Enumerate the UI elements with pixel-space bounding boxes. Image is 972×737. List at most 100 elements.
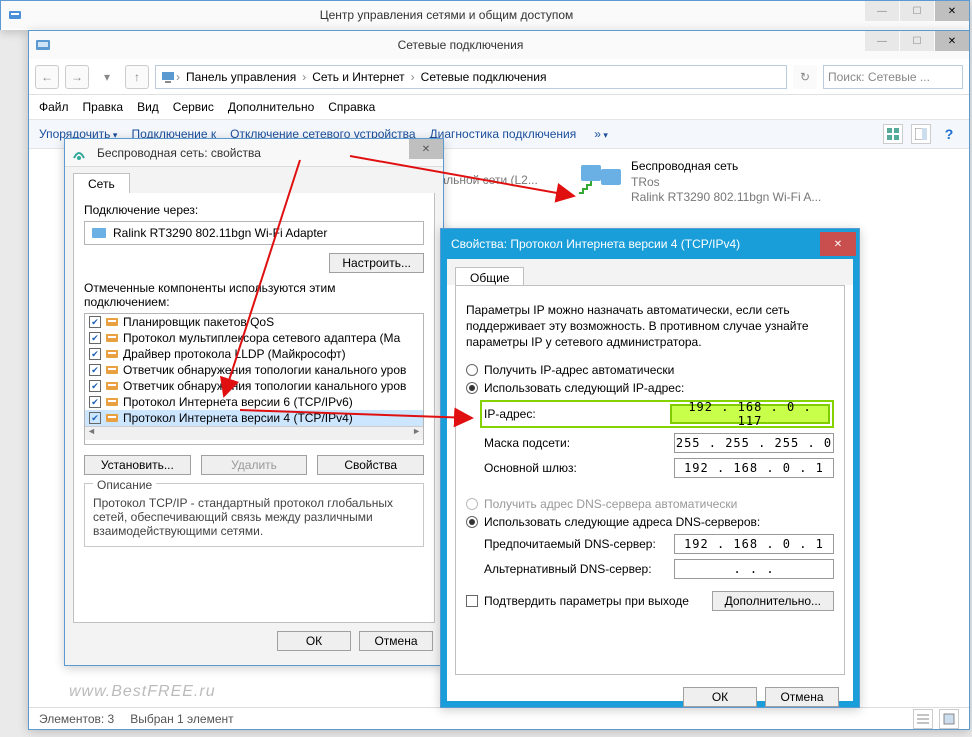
remove-button: Удалить [201,455,308,475]
titlebar: Центр управления сетями и общим доступом… [1,1,969,29]
preview-pane-button[interactable] [911,124,931,144]
label-connect-via: Подключение через: [84,203,424,217]
crumb[interactable]: Панель управления [180,70,302,84]
ipv4-properties-dialog: Свойства: Протокол Интернета версии 4 (T… [440,228,860,708]
tool-diagnose[interactable]: Диагностика подключения [430,127,577,141]
component-row[interactable]: ✔Планировщик пакетов QoS [85,314,423,330]
install-button[interactable]: Установить... [84,455,191,475]
checkbox-icon[interactable]: ✔ [89,364,101,376]
dialog-title: Свойства: Протокол Интернета версии 4 (T… [441,237,817,251]
cancel-button[interactable]: Отмена [359,631,433,651]
back-button[interactable]: ← [35,65,59,89]
crumb[interactable]: Сеть и Интернет [306,70,410,84]
titlebar: Беспроводная сеть: свойства ✕ [65,139,443,167]
view-large-button[interactable] [939,709,959,729]
component-row[interactable]: ✔ Ответчик обнаружения топологии канально… [85,362,423,378]
checkbox-icon[interactable]: ✔ [89,412,101,424]
ok-button[interactable]: ОК [683,687,757,707]
minimize-button[interactable]: — [865,31,899,51]
menu-help[interactable]: Справка [328,100,375,114]
component-row[interactable]: ✔Драйвер протокола LLDP (Майкрософт) [85,346,423,362]
titlebar: Сетевые подключения — ☐ ✕ [29,31,969,59]
menu-file[interactable]: Файл [39,100,69,114]
component-label: Ответчик обнаружения топологии канальног… [123,379,406,393]
radio-manual-ip[interactable]: Использовать следующий IP-адрес: [466,381,834,395]
recent-dropdown[interactable]: ▾ [95,65,119,89]
view-details-button[interactable] [913,709,933,729]
menu-advanced[interactable]: Дополнительно [228,100,314,114]
protocol-icon [105,412,119,424]
breadcrumb[interactable]: › Панель управления › Сеть и Интернет › … [155,65,787,89]
advanced-button[interactable]: Дополнительно... [712,591,834,611]
tool-more[interactable]: » [594,127,608,141]
preferred-dns-input[interactable]: 192 . 168 . 0 . 1 [674,534,834,554]
network-center-window: Центр управления сетями и общим доступом… [0,0,970,30]
protocol-icon [105,348,119,360]
help-icon[interactable]: ? [939,124,959,144]
component-label: Ответчик обнаружения топологии канальног… [123,363,406,377]
ok-button[interactable]: ОК [277,631,351,651]
checkbox-icon[interactable]: ✔ [89,316,101,328]
wireless-properties-dialog: Беспроводная сеть: свойства ✕ Сеть Подкл… [64,138,444,666]
radio-icon [466,516,478,528]
refresh-button[interactable]: ↻ [793,65,817,89]
description-fieldset: Описание Протокол TCP/IP - стандартный п… [84,483,424,547]
protocol-icon [105,332,119,344]
horizontal-scrollbar[interactable] [85,426,423,440]
adapter-small-icon [91,226,107,240]
radio-auto-ip[interactable]: Получить IP-адрес автоматически [466,363,834,377]
address-bar: ← → ▾ ↑ › Панель управления › Сеть и Инт… [29,59,969,95]
validate-checkbox-row[interactable]: Подтвердить параметры при выходе Дополни… [466,591,834,611]
checkbox-icon [466,595,478,607]
app-icon [35,37,51,53]
components-list[interactable]: ✔Планировщик пакетов QoS✔Протокол мульти… [84,313,424,445]
tab-general[interactable]: Общие [455,267,524,285]
minimize-button[interactable]: — [865,1,899,21]
component-label: Протокол Интернета версии 6 (TCP/IPv6) [123,395,353,409]
component-row[interactable]: ✔ Ответчик обнаружения топологии канально… [85,378,423,394]
close-button[interactable]: ✕ [409,139,443,159]
crumb[interactable]: Сетевые подключения [415,70,553,84]
up-button[interactable]: ↑ [125,65,149,89]
checkbox-icon[interactable]: ✔ [89,380,101,392]
checkbox-icon[interactable]: ✔ [89,332,101,344]
label-dns2: Альтернативный DNS-сервер: [484,562,674,576]
checkbox-icon[interactable]: ✔ [89,396,101,408]
status-item-count: Элементов: 3 [39,712,114,726]
component-row[interactable]: ✔Протокол мультиплексора сетевого адапте… [85,330,423,346]
configure-button[interactable]: Настроить... [329,253,424,273]
properties-button[interactable]: Свойства [317,455,424,475]
ip-address-input[interactable]: 192 . 168 . 0 . 117 [670,404,830,424]
maximize-button[interactable]: ☐ [900,31,934,51]
adapter-field: Ralink RT3290 802.11bgn Wi-Fi Adapter [84,221,424,245]
label-gateway: Основной шлюз: [484,461,674,475]
search-input[interactable]: Поиск: Сетевые ... [823,65,963,89]
protocol-icon [105,380,119,392]
tab-network[interactable]: Сеть [73,173,130,193]
view-icons-button[interactable] [883,124,903,144]
component-row[interactable]: ✔ Протокол Интернета версии 6 (TCP/IPv6) [85,394,423,410]
window-title: Сетевые подключения [57,38,864,52]
close-button[interactable]: ✕ [935,31,969,51]
menu-service[interactable]: Сервис [173,100,214,114]
gateway-input[interactable]: 192 . 168 . 0 . 1 [674,458,834,478]
radio-manual-dns[interactable]: Использовать следующие адреса DNS-сервер… [466,515,834,529]
menu-edit[interactable]: Правка [83,100,124,114]
tab-body: Подключение через: Ralink RT3290 802.11b… [73,193,435,623]
label-mask: Маска подсети: [484,436,674,450]
forward-button[interactable]: → [65,65,89,89]
close-button[interactable]: ✕ [935,1,969,21]
alternate-dns-input[interactable]: . . . [674,559,834,579]
connection-item-wireless[interactable]: Беспроводная сеть TRos Ralink RT3290 802… [577,159,821,206]
menu-view[interactable]: Вид [137,100,159,114]
protocol-icon [105,396,119,408]
subnet-mask-input[interactable]: 255 . 255 . 255 . 0 [674,433,834,453]
component-label: Протокол Интернета версии 4 (TCP/IPv4) [123,411,353,425]
checkbox-icon[interactable]: ✔ [89,348,101,360]
close-button[interactable]: ✕ [820,232,856,256]
cancel-button[interactable]: Отмена [765,687,839,707]
window-controls: — ☐ ✕ [864,1,969,29]
component-row[interactable]: ✔ Протокол Интернета версии 4 (TCP/IPv4) [85,410,423,426]
description-text: Протокол TCP/IP - стандартный протокол г… [93,496,415,538]
maximize-button[interactable]: ☐ [900,1,934,21]
